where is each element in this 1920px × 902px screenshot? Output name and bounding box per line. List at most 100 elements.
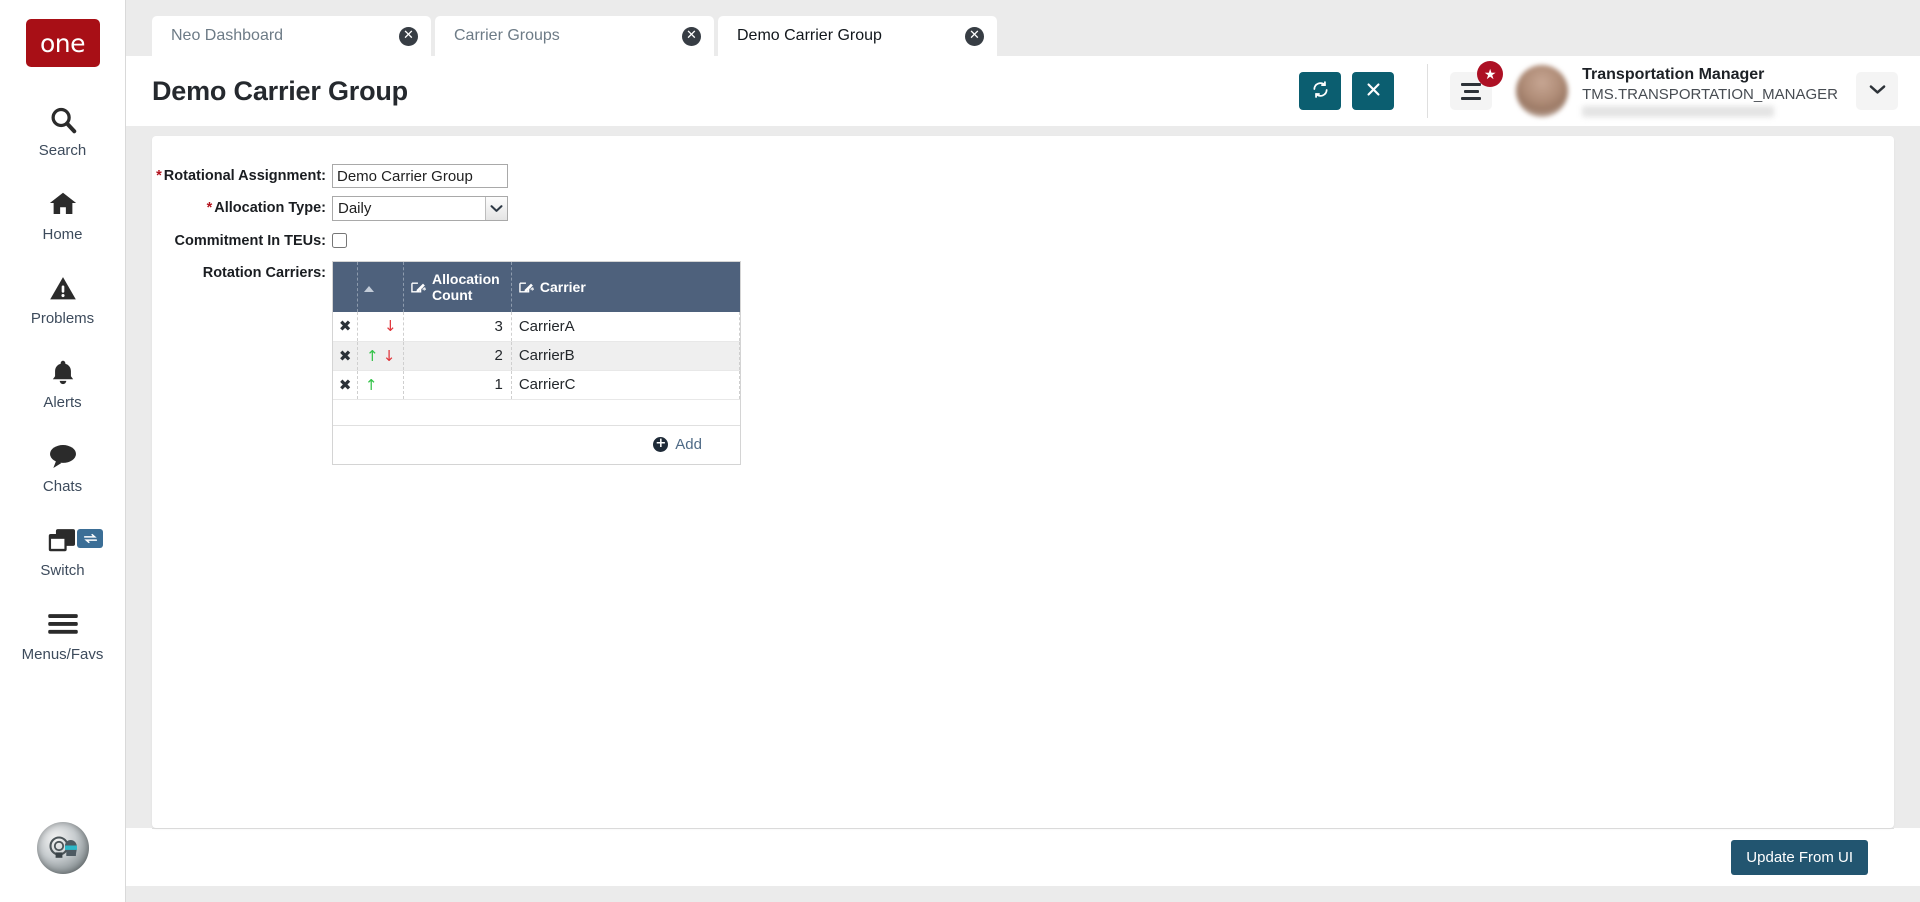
rotation-carriers-label: Rotation Carriers: — [152, 261, 332, 281]
user-menu-button[interactable] — [1856, 72, 1898, 110]
user-org-blurred — [1582, 106, 1775, 117]
move-down-icon[interactable]: ↓ — [383, 347, 396, 365]
chat-bubble-icon — [47, 439, 79, 473]
warning-triangle-icon — [48, 271, 78, 305]
field-row-commitment-in-teus: Commitment In TEUs: — [152, 229, 1894, 253]
cell-carrier: CarrierB — [511, 341, 741, 371]
table-row[interactable]: ✖ ↑ 1 CarrierC — [333, 370, 741, 400]
sidebar-item-label: Switch — [40, 562, 85, 579]
table-header-row: * Allocation Count * Carrier — [333, 262, 740, 312]
user-name: Transportation Manager — [1582, 66, 1765, 83]
move-up-icon[interactable]: ↑ — [366, 347, 379, 365]
allocation-type-control: Daily — [332, 196, 508, 221]
tab-strip: Neo Dashboard ✕ Carrier Groups ✕ Demo Ca… — [126, 0, 1920, 56]
header-divider — [1427, 64, 1429, 118]
grid-footer: + Add — [333, 425, 740, 464]
label-text: Commitment In TEUs: — [174, 233, 326, 249]
plus-circle-icon: + — [653, 437, 669, 452]
windows-stack-icon — [47, 523, 78, 557]
hamburger-menu-icon — [1461, 81, 1482, 102]
row-move-cell[interactable]: ↓ — [357, 312, 404, 342]
sidebar-item-label: Menus/Favs — [21, 646, 104, 663]
sidebar-item-label: Alerts — [43, 394, 82, 411]
row-delete-cell[interactable]: ✖ — [333, 370, 359, 400]
column-header-carrier[interactable]: * Carrier — [511, 262, 740, 312]
column-header-label: Carrier — [539, 279, 586, 295]
close-page-button[interactable] — [1352, 72, 1395, 110]
brand-logo-text: one — [39, 28, 86, 58]
commitment-in-teus-label: Commitment In TEUs: — [152, 229, 332, 249]
user-info: Transportation Manager TMS.TRANSPORTATIO… — [1582, 65, 1838, 117]
sort-asc-icon — [364, 286, 375, 292]
grid-blank-row — [333, 399, 740, 426]
cell-allocation-count: 1 — [403, 370, 512, 400]
table-row[interactable]: ✖ ↓ 3 CarrierA — [333, 312, 741, 342]
home-icon — [47, 187, 79, 221]
column-header-move[interactable] — [357, 262, 404, 312]
ai-assistant-orb-icon[interactable] — [36, 822, 89, 874]
sidebar-item-home[interactable]: Home — [0, 173, 125, 257]
row-move-cell[interactable]: ↑ ↓ — [357, 341, 404, 371]
close-icon[interactable]: ✕ — [965, 26, 984, 46]
delete-x-icon[interactable]: ✖ — [339, 347, 352, 365]
sidebar-item-search[interactable]: Search — [0, 89, 125, 173]
table-row[interactable]: ✖ ↑ ↓ 2 CarrierB — [333, 341, 741, 371]
refresh-button[interactable] — [1299, 72, 1342, 110]
sidebar-item-switch[interactable]: Switch — [0, 509, 125, 593]
add-row-button[interactable]: + Add — [653, 436, 702, 453]
tab-carrier-groups[interactable]: Carrier Groups ✕ — [435, 16, 714, 56]
svg-text:*: * — [422, 286, 426, 295]
footer-gap — [126, 886, 1920, 902]
page-header: Demo Carrier Group ★ Transportation Mana… — [126, 56, 1920, 126]
chevron-down-icon — [1869, 82, 1886, 100]
field-row-rotation-carriers: Rotation Carriers: * Allocation Count * … — [152, 261, 1894, 465]
commitment-in-teus-checkbox[interactable] — [332, 233, 347, 248]
add-row-label: Add — [675, 436, 702, 453]
move-down-icon[interactable]: ↓ — [384, 317, 397, 335]
field-row-allocation-type: * Allocation Type: Daily — [152, 196, 1894, 221]
brand-logo[interactable]: one — [25, 19, 100, 67]
label-text: Rotation Carriers: — [202, 265, 326, 281]
delete-x-icon[interactable]: ✖ — [339, 317, 352, 335]
sidebar-item-menus-favs[interactable]: Menus/Favs — [0, 593, 125, 677]
rotational-assignment-label: * Rotational Assignment: — [152, 164, 332, 184]
tab-demo-carrier-group[interactable]: Demo Carrier Group ✕ — [718, 16, 997, 56]
tab-label: Neo Dashboard — [171, 27, 284, 44]
close-icon[interactable]: ✕ — [399, 26, 418, 46]
column-header-label: Allocation Count — [432, 271, 500, 303]
bell-icon — [49, 355, 77, 389]
row-move-cell[interactable]: ↑ — [357, 370, 404, 400]
label-text: Rotational Assignment: — [163, 168, 326, 184]
allocation-type-select[interactable]: Daily — [332, 196, 508, 221]
row-delete-cell[interactable]: ✖ — [333, 312, 359, 342]
page-footer: Update From UI — [152, 828, 1894, 886]
sidebar-item-label: Home — [42, 226, 83, 243]
search-icon — [48, 103, 78, 137]
cell-allocation-count: 3 — [403, 312, 512, 342]
row-delete-cell[interactable]: ✖ — [333, 341, 359, 371]
cell-carrier: CarrierA — [511, 312, 741, 342]
chevron-down-icon — [485, 197, 507, 220]
close-icon[interactable]: ✕ — [682, 26, 701, 46]
update-from-ui-button[interactable]: Update From UI — [1731, 840, 1868, 875]
star-icon: ★ — [1477, 61, 1504, 87]
sidebar-item-chats[interactable]: Chats — [0, 425, 125, 509]
header-menu-button[interactable]: ★ — [1450, 61, 1504, 110]
tab-neo-dashboard[interactable]: Neo Dashboard ✕ — [152, 16, 431, 56]
sidebar-item-problems[interactable]: Problems — [0, 257, 125, 341]
required-asterisk: * — [156, 168, 162, 184]
swap-arrows-icon[interactable] — [77, 529, 103, 548]
rotation-carriers-grid: * Allocation Count * Carrier ✖ ↓ 3 Carri… — [332, 261, 741, 465]
move-up-icon[interactable]: ↑ — [365, 376, 378, 394]
rotational-assignment-input[interactable] — [332, 164, 508, 188]
label-text: Allocation Type: — [214, 200, 326, 216]
sidebar-item-label: Chats — [42, 478, 83, 495]
svg-text:*: * — [530, 286, 534, 295]
avatar[interactable] — [1516, 65, 1569, 117]
column-header-allocation-count[interactable]: * Allocation Count — [403, 262, 512, 312]
sidebar-nav-list: Search Home Problems Alerts Chats Switch… — [0, 89, 125, 677]
tab-label: Demo Carrier Group — [737, 27, 882, 44]
delete-x-icon[interactable]: ✖ — [339, 376, 352, 394]
cell-allocation-count: 2 — [403, 341, 512, 371]
sidebar-item-alerts[interactable]: Alerts — [0, 341, 125, 425]
